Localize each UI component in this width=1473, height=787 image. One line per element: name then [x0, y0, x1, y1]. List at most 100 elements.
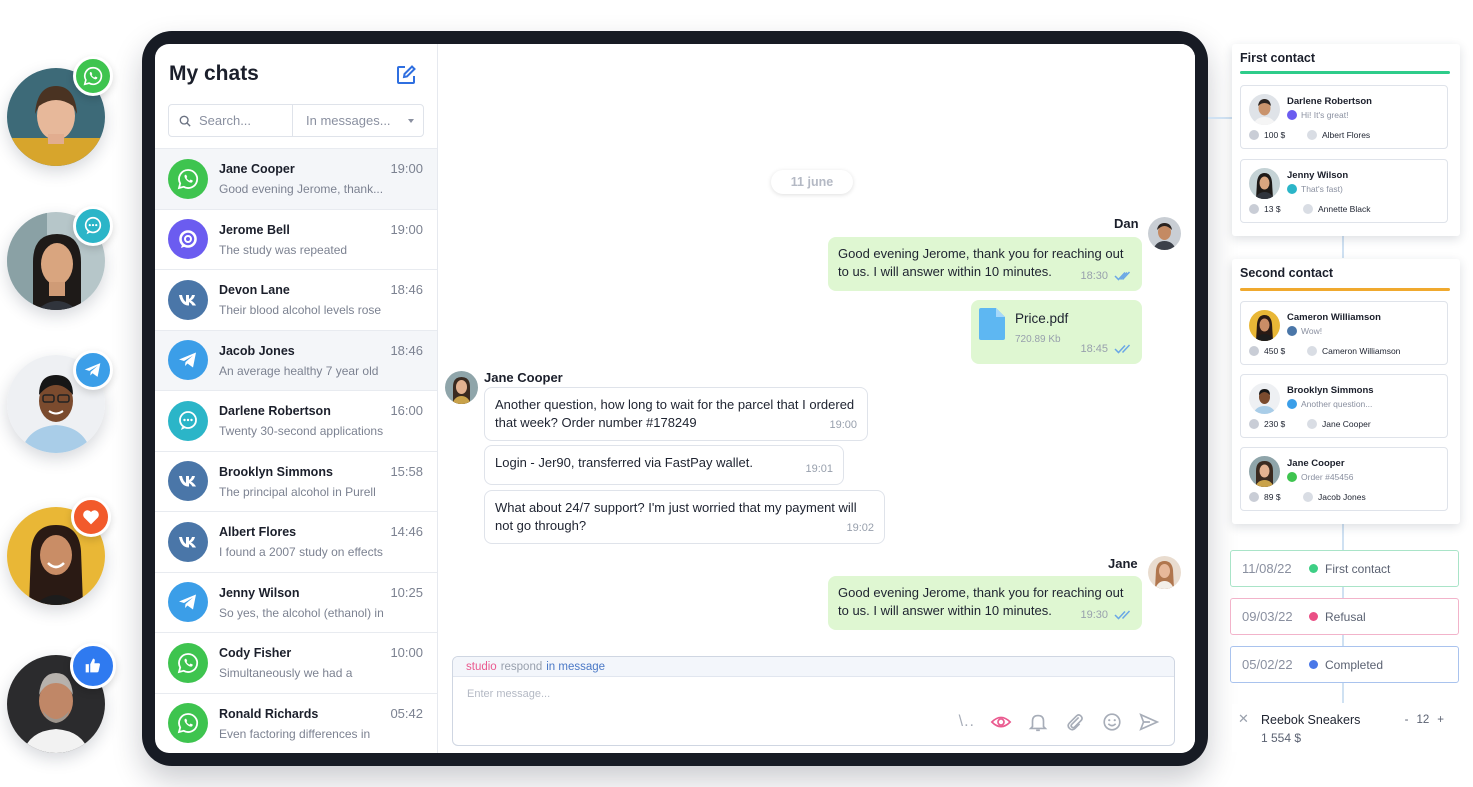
heart-badge-icon: [71, 497, 111, 537]
status-date: 09/03/22: [1242, 609, 1293, 624]
card-amount-text: 89 $: [1264, 492, 1281, 502]
status-history-item[interactable]: 09/03/22 Refusal: [1230, 598, 1459, 635]
chat-time: 05:42: [390, 705, 423, 721]
stage-title: First contact: [1240, 51, 1316, 65]
quantity-decrease-button[interactable]: -: [1405, 714, 1409, 726]
deal-card[interactable]: Jenny Wilson That's fast) 13 $ Annette B…: [1240, 159, 1448, 223]
incoming-message[interactable]: What about 24/7 support? I'm just worrie…: [484, 490, 885, 544]
card-manager-name: Annette Black: [1318, 204, 1371, 214]
chevron-down-icon: [408, 118, 414, 123]
emoji-icon[interactable]: [1101, 711, 1123, 733]
deal-card[interactable]: Brooklyn Simmons Another question... 230…: [1240, 374, 1448, 438]
sidebar-title: My chats: [169, 62, 259, 85]
avatar: [1249, 94, 1280, 125]
product-line-item: ✕ Reebok Sneakers 1 554 $ - 12 +: [1232, 704, 1458, 752]
connector-line: [1342, 236, 1344, 258]
card-message-text: Hi! It's great!: [1301, 110, 1349, 120]
vk-icon: [168, 521, 208, 562]
chat-time: 10:00: [390, 645, 423, 661]
incoming-message[interactable]: Another question, how long to wait for t…: [484, 387, 868, 441]
message-author-dan: Dan: [1114, 216, 1139, 231]
card-message-text: Order #45456: [1301, 472, 1354, 482]
chat-list-item[interactable]: Jerome Bell 19:00 The study was repeated: [155, 208, 437, 270]
chat-list-item[interactable]: Jacob Jones 18:46 An average healthy 7 yea…: [155, 329, 437, 390]
outgoing-message[interactable]: Good evening Jerome, thank you for reach…: [828, 576, 1142, 630]
deal-card[interactable]: Darlene Robertson Hi! It's great! 100 $ …: [1240, 85, 1448, 149]
deal-card[interactable]: Jane Cooper Order #45456 89 $ Jacob Jone…: [1240, 447, 1448, 511]
chat-preview: The study was repeated: [219, 242, 348, 257]
message-text: What about 24/7 support? I'm just worrie…: [495, 500, 857, 533]
card-manager: Annette Black: [1303, 204, 1370, 214]
stage-color-bar: [1240, 71, 1450, 74]
card-contact-name: Brooklyn Simmons: [1287, 385, 1374, 396]
chat-list-item[interactable]: Jenny Wilson 10:25 So yes, the alcohol (et…: [155, 571, 437, 633]
tab-studio[interactable]: studio: [466, 661, 497, 673]
chat-list-item[interactable]: Albert Flores 14:46 I found a 2007 study o…: [155, 511, 437, 572]
deal-card[interactable]: Cameron Williamson Wow! 450 $ Cameron Wi…: [1240, 301, 1448, 365]
avatar: [1249, 456, 1280, 487]
tab-in-message[interactable]: in message: [546, 661, 605, 673]
search-filter-select[interactable]: In messages...: [293, 105, 423, 136]
chat-time: 18:46: [390, 282, 423, 298]
bell-icon[interactable]: [1027, 711, 1049, 733]
paperclip-icon[interactable]: [1064, 711, 1086, 733]
card-last-message: Hi! It's great!: [1287, 110, 1348, 120]
card-contact-name: Jenny Wilson: [1287, 170, 1349, 181]
card-last-message: Order #45456: [1287, 472, 1353, 482]
person-icon: [1303, 492, 1313, 502]
chat-preview: Their blood alcohol levels rose: [219, 303, 382, 318]
status-dot: [1309, 660, 1318, 669]
avatar: [1148, 556, 1181, 589]
file-size: 720.89 Kb: [1015, 334, 1061, 345]
card-manager: Cameron Williamson: [1307, 346, 1400, 356]
outgoing-message[interactable]: Good evening Jerome, thank you for reach…: [828, 237, 1142, 291]
messenger-icon: [168, 219, 208, 260]
card-last-message: Another question...: [1287, 399, 1372, 409]
chat-preview: Even factoring differences in: [219, 726, 371, 741]
chat-name: Albert Flores: [219, 525, 297, 540]
message-time: 19:00: [829, 419, 857, 431]
chat-list-item[interactable]: Jane Cooper 19:00 Good evening Jerome, tha…: [155, 148, 437, 209]
message-time: 19:01: [805, 463, 833, 475]
status-label: First contact: [1325, 561, 1391, 576]
chat-list-item[interactable]: Ronald Richards 05:42 Even factoring diffe…: [155, 692, 437, 754]
message-input[interactable]: Enter message...: [467, 688, 550, 700]
card-manager-name: Jacob Jones: [1318, 492, 1366, 502]
card-manager: Albert Flores: [1307, 130, 1370, 140]
chat-list-item[interactable]: Darlene Robertson 16:00 Twenty 30-second a…: [155, 390, 437, 451]
search-bar: Search... In messages...: [168, 104, 424, 137]
card-amount: 450 $: [1249, 346, 1285, 356]
card-amount: 89 $: [1249, 492, 1281, 502]
chat-name: Jacob Jones: [219, 343, 295, 358]
card-amount-text: 230 $: [1264, 419, 1286, 429]
search-input[interactable]: Search...: [169, 105, 293, 136]
connector-line: [1208, 117, 1232, 119]
coin-icon: [1249, 492, 1259, 502]
chat-list-item[interactable]: Brooklyn Simmons 15:58 The principal alcoh…: [155, 450, 437, 512]
whatsapp-badge-icon: [73, 56, 113, 96]
compose-icon[interactable]: [395, 64, 417, 86]
card-message-text: Wow!: [1301, 326, 1323, 336]
incoming-message[interactable]: Login - Jer90, transferred via FastPay w…: [484, 445, 844, 485]
chat-list-item[interactable]: Cody Fisher 10:00 Simultaneously we had a: [155, 632, 437, 693]
product-name: Reebok Sneakers: [1261, 713, 1361, 727]
quantity-increase-button[interactable]: +: [1437, 714, 1444, 726]
status-history-item[interactable]: 05/02/22 Completed: [1230, 646, 1459, 683]
remove-product-button[interactable]: ✕: [1238, 711, 1249, 727]
quick-reply-button[interactable]: \..: [959, 713, 975, 731]
chat-preview: An average healthy 7 year old: [219, 363, 379, 378]
chat-name: Ronald Richards: [219, 706, 319, 721]
whatsapp-icon: [168, 158, 208, 199]
eye-icon[interactable]: [990, 711, 1012, 733]
card-contact-name: Darlene Robertson: [1287, 96, 1372, 107]
telegram-icon: [1287, 399, 1297, 409]
file-message[interactable]: Price.pdf 720.89 Kb 18:45: [971, 300, 1142, 364]
tab-respond[interactable]: respond: [501, 661, 543, 673]
chat-preview: Twenty 30-second applications: [219, 424, 384, 439]
chat-list-item[interactable]: Devon Lane 18:46 Their blood alcohol level…: [155, 269, 437, 330]
chat-name: Jane Cooper: [219, 162, 295, 177]
status-history-item[interactable]: 11/08/22 First contact: [1230, 550, 1459, 587]
send-icon[interactable]: [1138, 711, 1160, 733]
avatar: [1249, 168, 1280, 199]
status-date: 11/08/22: [1242, 561, 1292, 576]
